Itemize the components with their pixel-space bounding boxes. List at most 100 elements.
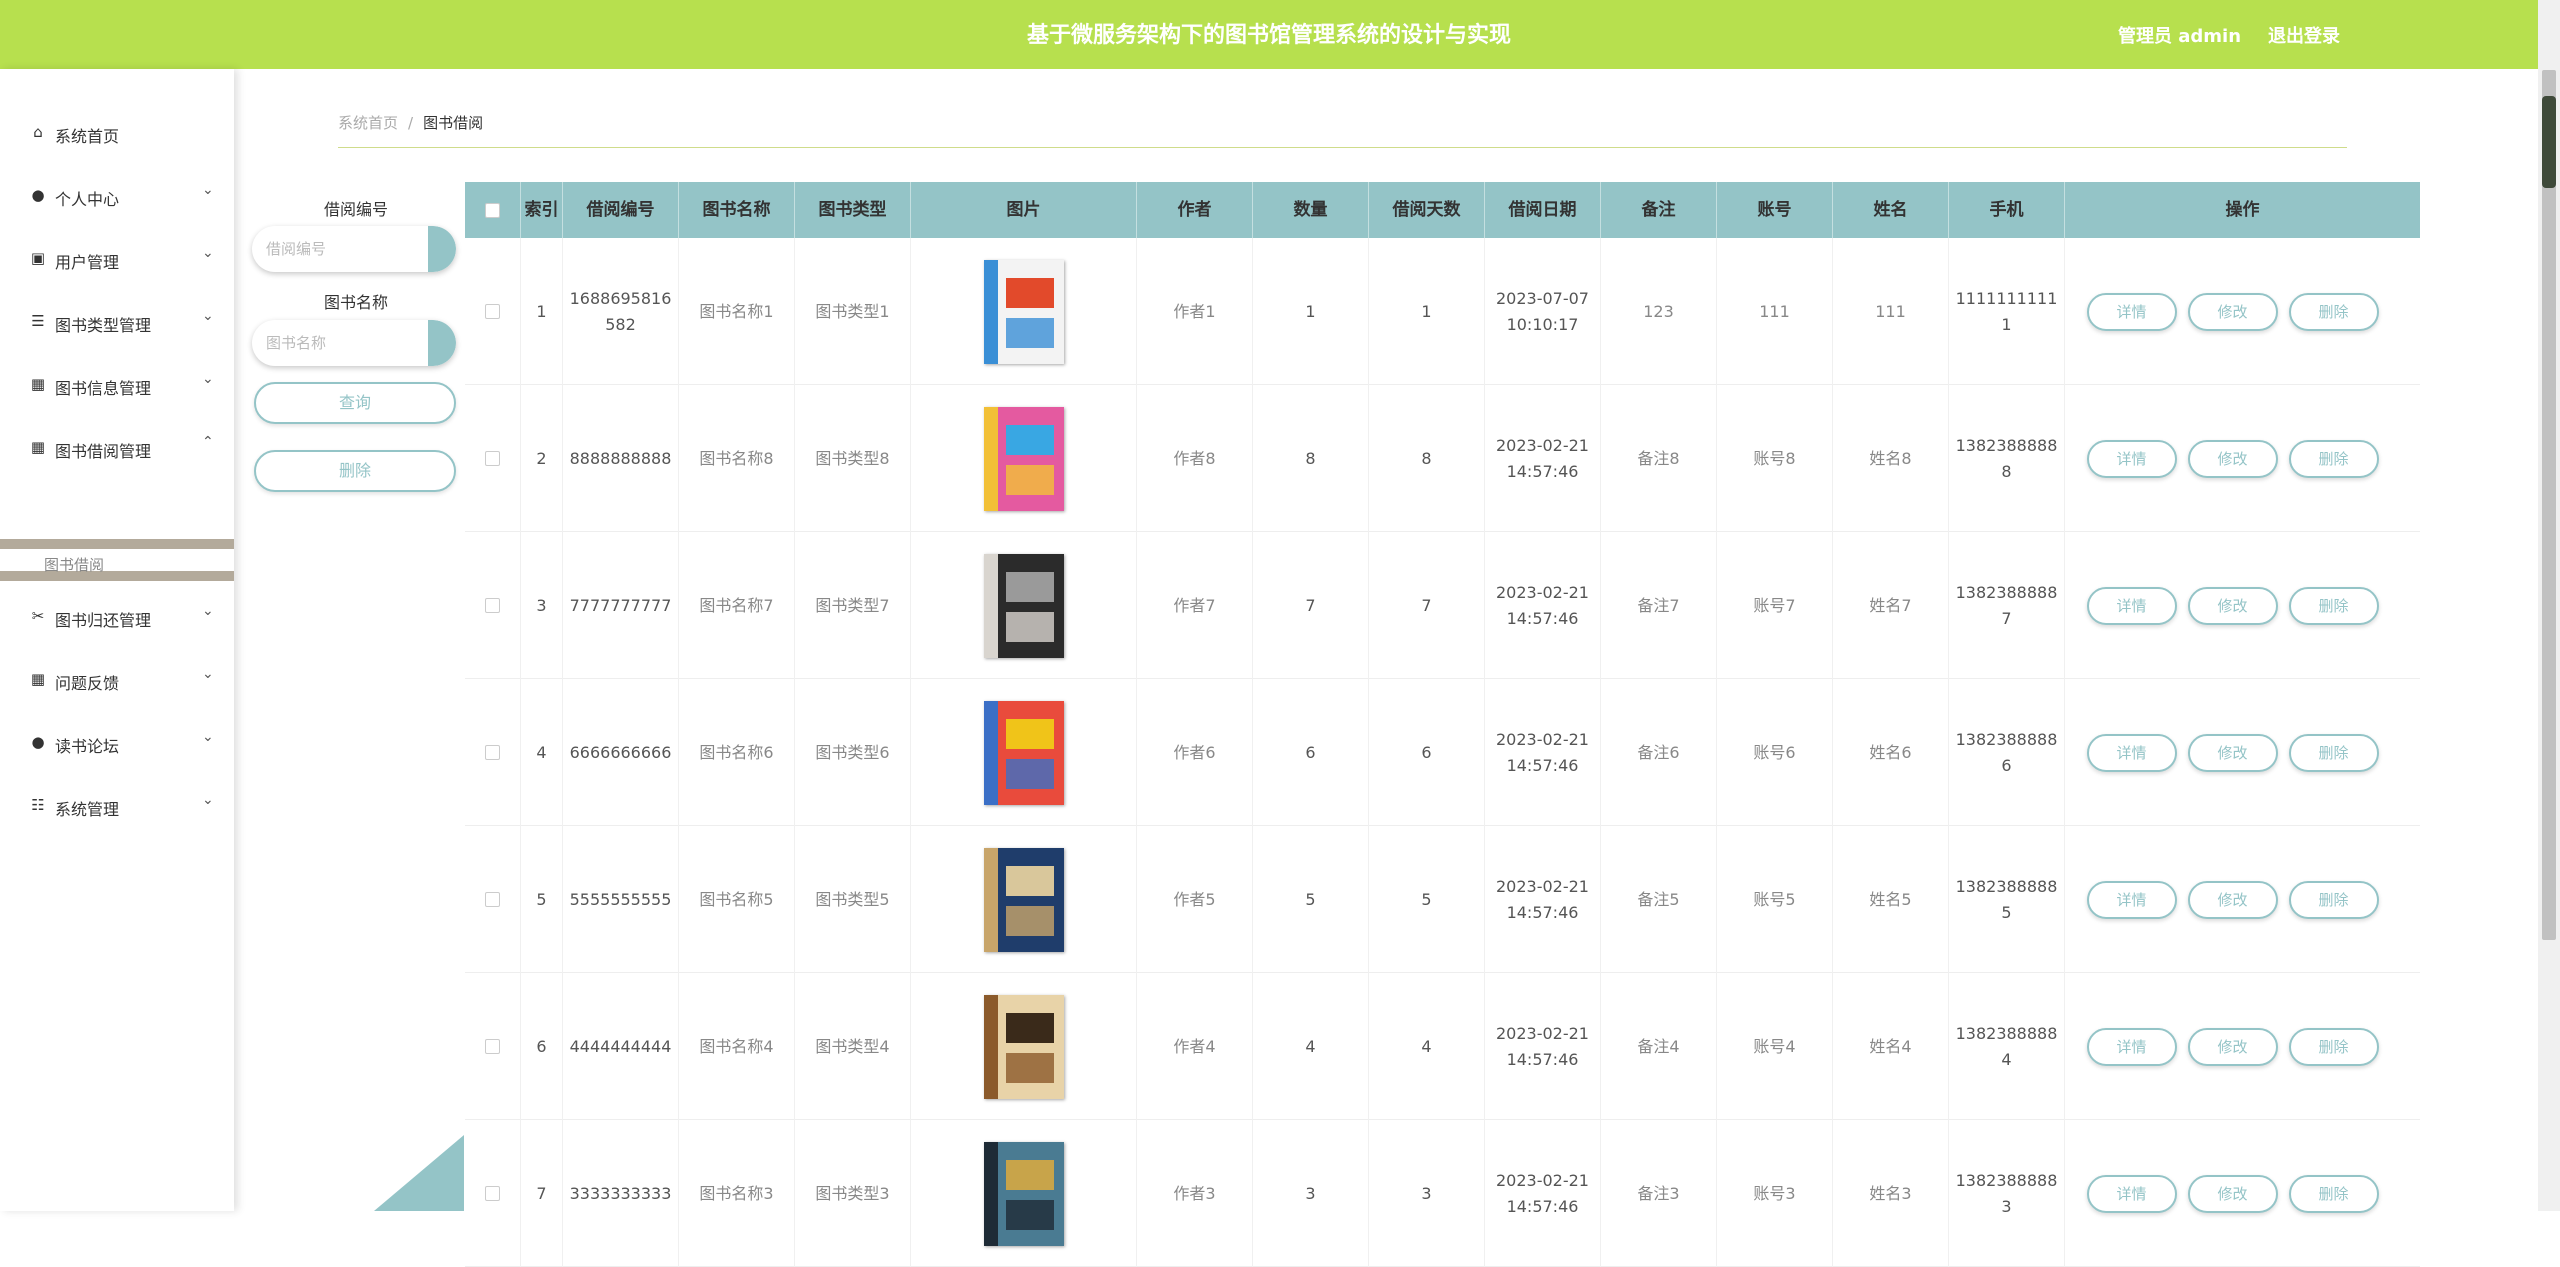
sidebar-item-users[interactable]: ▣ 用户管理 ⌄ [0,239,234,279]
sidebar-item-home[interactable]: ⌂ 系统首页 [0,113,234,153]
cell-cover [911,973,1137,1120]
cell-note: 123 [1601,238,1717,385]
sliders-icon: ☷ [31,796,45,814]
table-row: 6 4444444444 图书名称4 图书类型4 作者4 4 4 2023-02-21 14:… [465,973,2420,1120]
ticket-icon: ✂ [31,607,45,625]
cell-person: 姓名6 [1833,679,1949,826]
sidebar-item-personal[interactable]: ● 个人中心 ⌄ [0,176,234,216]
cell-actions: 详情 修改 删除 [2065,532,2400,679]
cell-phone: 13823888883 [1949,1120,2065,1267]
breadcrumb-current: 图书借阅 [423,114,484,132]
table-row: 1 1688695816582 图书名称1 图书类型1 作者1 1 1 2023-07-07 … [465,238,2420,385]
breadcrumb-home[interactable]: 系统首页 [338,114,398,132]
edit-button[interactable]: 修改 [2187,1027,2278,1066]
sidebar-item-feedback[interactable]: ▦ 问题反馈 ⌄ [0,660,234,700]
cell-date: 2023-02-21 14:57:46 [1485,973,1601,1120]
book-name-label: 图书名称 [323,293,388,312]
edit-button[interactable]: 修改 [2187,1174,2278,1213]
delete-button[interactable]: 删除 [2288,880,2379,919]
sidebar-item-book-types[interactable]: ☰ 图书类型管理 ⌄ [0,302,234,342]
row-checkbox[interactable] [485,451,500,466]
select-all-checkbox[interactable] [485,202,500,218]
sidebar-item-system[interactable]: ☷ 系统管理 ⌄ [0,786,234,826]
delete-button[interactable]: 删除 [2288,586,2379,625]
delete-button[interactable]: 删除 [2288,1027,2379,1066]
sidebar-subitem-borrow[interactable]: 图书借阅 [0,539,234,581]
cell-cover [911,1120,1137,1267]
detail-button[interactable]: 详情 [2086,733,2177,772]
chevron-down-icon: ⌄ [202,603,214,619]
grid-icon: ▦ [30,438,46,456]
column-header: 图书类型 [795,182,911,238]
delete-button[interactable]: 删除 [2288,292,2379,331]
edit-button[interactable]: 修改 [2187,880,2278,919]
cell-note: 备注4 [1601,973,1717,1120]
cell-type: 图书类型7 [795,532,911,679]
cell-days: 4 [1369,973,1485,1120]
cell-code: 1688695816582 [563,238,679,385]
cell-person: 111 [1833,238,1949,385]
row-select-cell [465,238,521,385]
sidebar-item-label: 图书归还管理 [55,611,152,630]
sidebar-item-forum[interactable]: ● 读书论坛 ⌄ [0,723,234,763]
edit-button[interactable]: 修改 [2187,439,2278,478]
detail-button[interactable]: 详情 [2086,439,2177,478]
delete-button[interactable]: 删除 [2288,733,2379,772]
list-icon: ☰ [31,312,45,330]
detail-button[interactable]: 详情 [2086,292,2177,331]
cell-code: 6666666666 [563,679,679,826]
delete-button[interactable]: 删除 [2288,439,2379,478]
book-cover-4 [968,991,1080,1103]
cell-index: 4 [521,679,563,826]
row-checkbox[interactable] [485,598,500,613]
row-checkbox[interactable] [485,1186,500,1201]
chevron-down-icon: ⌄ [202,308,214,324]
cell-person: 姓名8 [1833,385,1949,532]
book-cover-1 [968,256,1080,368]
edit-button[interactable]: 修改 [2187,733,2278,772]
cell-type: 图书类型8 [795,385,911,532]
row-select-cell [465,973,521,1120]
cell-cover [911,385,1137,532]
detail-button[interactable]: 详情 [2086,586,2177,625]
sidebar-item-label: 图书类型管理 [55,316,152,335]
scrollbar-thumb[interactable] [2542,70,2556,940]
detail-button[interactable]: 详情 [2086,1174,2177,1213]
cell-name: 图书名称5 [679,826,795,973]
cell-phone: 13823888884 [1949,973,2065,1120]
column-header: 索引 [521,182,563,238]
cell-account: 账号5 [1717,826,1833,973]
book-cover-7 [968,550,1080,662]
column-header: 备注 [1601,182,1717,238]
delete-button[interactable]: 删除 [2288,1174,2379,1213]
sidebar-item-book-info[interactable]: ▦ 图书信息管理 ⌄ [0,365,234,405]
cell-index: 6 [521,973,563,1120]
cell-phone: 11111111111 [1949,238,2065,385]
cell-author: 作者7 [1137,532,1253,679]
cell-actions: 详情 修改 删除 [2065,385,2400,532]
row-checkbox[interactable] [485,745,500,760]
edit-button[interactable]: 修改 [2187,586,2278,625]
book-name-field[interactable] [252,320,456,366]
logout-link[interactable]: 退出登录 [2268,22,2340,48]
borrow-code-field[interactable] [252,226,456,272]
sidebar-item-borrow[interactable]: ▦ 图书借阅管理 ⌃ [0,428,234,468]
detail-button[interactable]: 详情 [2086,1027,2177,1066]
cell-type: 图书类型5 [795,826,911,973]
row-checkbox[interactable] [485,892,500,907]
cell-account: 账号8 [1717,385,1833,532]
borrow-code-input[interactable] [252,226,432,272]
row-checkbox[interactable] [485,304,500,319]
query-button[interactable]: 查询 [254,382,456,424]
batch-delete-button[interactable]: 删除 [254,450,456,492]
detail-button[interactable]: 详情 [2086,880,2177,919]
book-name-input[interactable] [252,320,432,366]
sidebar-subitem-label: 图书借阅 [44,556,105,574]
row-checkbox[interactable] [485,1039,500,1054]
sidebar-item-label: 图书借阅管理 [55,442,152,461]
chevron-down-icon: ⌄ [202,792,214,808]
book-cover-6 [968,697,1080,809]
sidebar-item-return[interactable]: ✂ 图书归还管理 ⌄ [0,597,234,637]
edit-button[interactable]: 修改 [2187,292,2278,331]
cell-index: 1 [521,238,563,385]
